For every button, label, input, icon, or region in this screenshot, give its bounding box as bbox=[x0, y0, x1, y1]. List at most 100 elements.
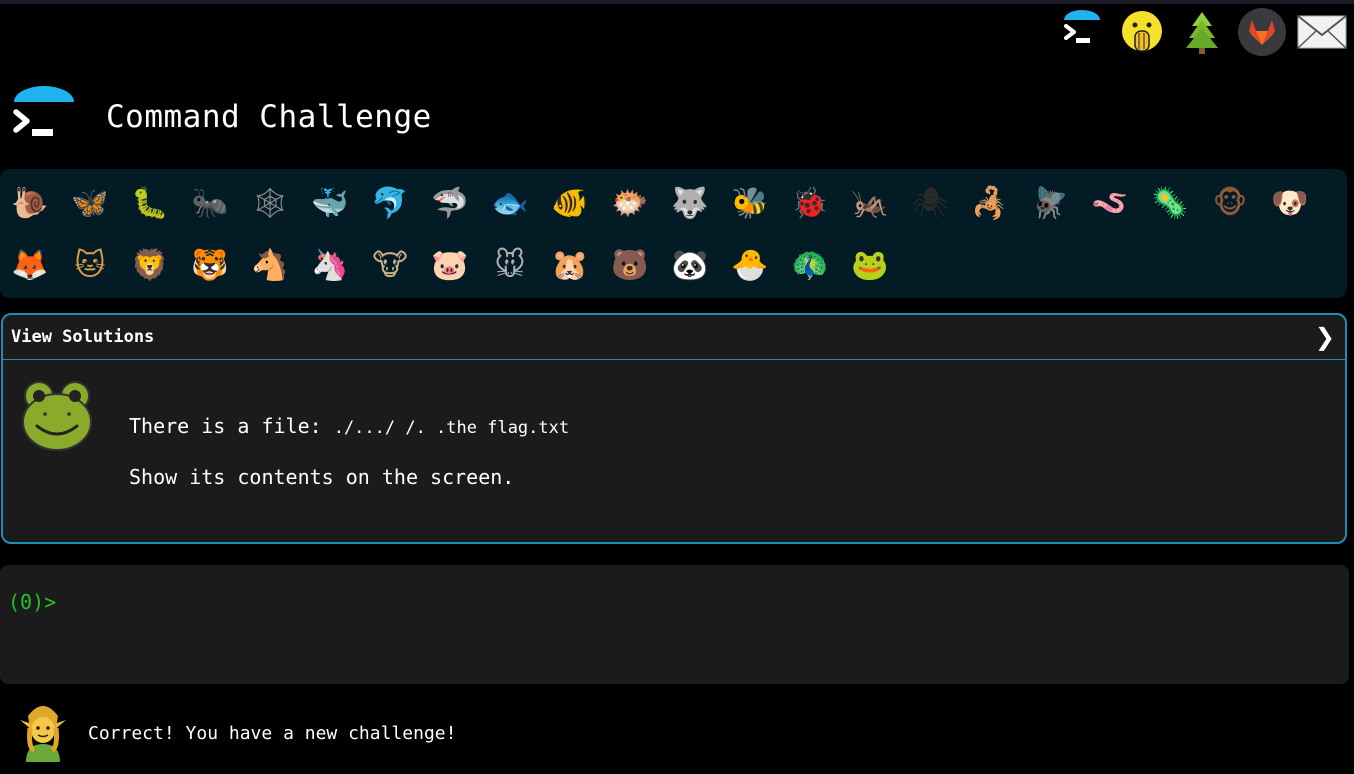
envelope-icon[interactable] bbox=[1296, 6, 1348, 58]
cricket-challenge[interactable]: 🦗 bbox=[840, 176, 900, 232]
whale-challenge[interactable]: 🐳 bbox=[300, 176, 360, 232]
cat-icon: 🐱 bbox=[74, 248, 106, 283]
challenge-intro: There is a file: bbox=[129, 414, 334, 438]
peacock-challenge[interactable]: 🦚 bbox=[780, 238, 840, 294]
pig-icon: 🐷 bbox=[431, 248, 469, 283]
fish-icon: 🐟 bbox=[491, 186, 529, 221]
command-challenge-logo-icon bbox=[10, 82, 76, 152]
monkey-challenge[interactable]: 🐵 bbox=[1200, 176, 1260, 232]
top-border bbox=[0, 0, 1354, 4]
terminal[interactable]: (0)> bbox=[0, 565, 1349, 684]
cricket-icon: 🦗 bbox=[851, 186, 889, 221]
bear-icon: 🐻 bbox=[611, 248, 649, 283]
gitlab-icon[interactable] bbox=[1236, 6, 1288, 58]
elf-icon bbox=[18, 700, 68, 766]
worm-challenge[interactable]: 🪱 bbox=[1080, 176, 1140, 232]
challenge-text-line-1: There is a file: ./.../ /. .the flag.txt bbox=[129, 414, 569, 438]
frog-icon bbox=[19, 378, 95, 458]
challenge-file-path: ./.../ /. .the flag.txt bbox=[333, 418, 570, 438]
bee-icon: 🐝 bbox=[731, 186, 769, 221]
panda-icon: 🐼 bbox=[671, 248, 709, 283]
lion-icon: 🦁 bbox=[131, 248, 169, 283]
frog-challenge[interactable]: 🐸 bbox=[840, 238, 900, 294]
fly-icon: 🪰 bbox=[1031, 186, 1069, 221]
terminal-prompt: (0)> bbox=[8, 590, 57, 614]
spider-challenge[interactable]: 🕷 bbox=[900, 176, 960, 232]
ant-icon: 🐜 bbox=[191, 186, 229, 221]
tiger-challenge[interactable]: 🐯 bbox=[180, 238, 240, 294]
caterpillar-challenge[interactable]: 🐛 bbox=[120, 176, 180, 232]
butterfly-icon: 🦋 bbox=[71, 186, 109, 221]
hatching-chick-icon: 🐣 bbox=[731, 248, 769, 283]
scorpion-challenge[interactable]: 🦂 bbox=[960, 176, 1020, 232]
shark-icon: 🦈 bbox=[431, 186, 469, 221]
unicorn-challenge[interactable]: 🦄 bbox=[300, 238, 360, 294]
mouse-challenge[interactable]: 🐭 bbox=[480, 238, 540, 294]
wolf-icon: 🐺 bbox=[671, 186, 709, 221]
pig-challenge[interactable]: 🐷 bbox=[420, 238, 480, 294]
dolphin-icon: 🐬 bbox=[371, 186, 409, 221]
dog-challenge[interactable]: 🐶 bbox=[1260, 176, 1320, 232]
view-solutions-label: View Solutions bbox=[11, 327, 155, 347]
solutions-panel: View Solutions ❯ There is a file: ./.../… bbox=[1, 313, 1347, 544]
terminal-logo-icon[interactable] bbox=[1056, 6, 1108, 58]
caterpillar-icon: 🐛 bbox=[131, 186, 169, 221]
tree-icon[interactable] bbox=[1176, 6, 1228, 58]
microbe-challenge[interactable]: 🦠 bbox=[1140, 176, 1200, 232]
hamster-challenge[interactable]: 🐹 bbox=[540, 238, 600, 294]
snail-icon: 🐌 bbox=[11, 186, 49, 221]
hatching-chick-challenge[interactable]: 🐣 bbox=[720, 238, 780, 294]
spider-web-icon: 🕸 bbox=[250, 186, 290, 221]
snail-challenge[interactable]: 🐌 bbox=[0, 176, 60, 232]
ladybug-challenge[interactable]: 🐞 bbox=[780, 176, 840, 232]
status-text: Correct! You have a new challenge! bbox=[88, 722, 457, 744]
scorpion-icon: 🦂 bbox=[971, 186, 1009, 221]
spider-web-challenge[interactable]: 🕸 bbox=[240, 176, 300, 232]
tropical-fish-icon: 🐠 bbox=[551, 186, 589, 221]
bear-challenge[interactable]: 🐻 bbox=[600, 238, 660, 294]
spider-icon: 🕷 bbox=[910, 186, 950, 221]
shark-challenge[interactable]: 🦈 bbox=[420, 176, 480, 232]
blowfish-challenge[interactable]: 🐡 bbox=[600, 176, 660, 232]
whale-icon: 🐳 bbox=[311, 186, 349, 221]
dolphin-challenge[interactable]: 🐬 bbox=[360, 176, 420, 232]
view-solutions-toggle[interactable]: View Solutions ❯ bbox=[3, 315, 1345, 360]
hamster-icon: 🐹 bbox=[551, 248, 589, 283]
challenge-animals-panel: 🐌 🦋 🐛 🐜 🕸 🐳 🐬 🦈 🐟 🐠 🐡 🐺 🐝 🐞 🦗 🕷 🦂 🪰 🪱 🦠 🐵 🐶 🦊 🐱 🦁 🐯 🐴 🦄 🐮 🐷 🐭 🐹 🐻 🐼 🐣 🦚 🐸 bbox=[0, 169, 1347, 298]
challenge-text-line-2: Show its contents on the screen. bbox=[129, 465, 515, 489]
unicorn-icon: 🦄 bbox=[311, 248, 349, 283]
ladybug-icon: 🐞 bbox=[791, 186, 829, 221]
ant-challenge[interactable]: 🐜 bbox=[180, 176, 240, 232]
animals-row-2: 🦊 🐱 🦁 🐯 🐴 🦄 🐮 🐷 🐭 🐹 🐻 🐼 🐣 🦚 🐸 bbox=[0, 235, 1347, 297]
monkey-icon: 🐵 bbox=[1212, 186, 1248, 221]
butterfly-challenge[interactable]: 🦋 bbox=[60, 176, 120, 232]
header: Command Challenge bbox=[10, 72, 432, 162]
cow-icon: 🐮 bbox=[372, 248, 408, 283]
panda-challenge[interactable]: 🐼 bbox=[660, 238, 720, 294]
lion-challenge[interactable]: 🦁 bbox=[120, 238, 180, 294]
cat-challenge[interactable]: 🐱 bbox=[60, 238, 120, 294]
wolf-challenge[interactable]: 🐺 bbox=[660, 176, 720, 232]
cow-challenge[interactable]: 🐮 bbox=[360, 238, 420, 294]
top-nav bbox=[1056, 6, 1348, 58]
chevron-right-icon[interactable]: ❯ bbox=[1315, 323, 1335, 351]
tropical-fish-challenge[interactable]: 🐠 bbox=[540, 176, 600, 232]
fox-challenge[interactable]: 🦊 bbox=[0, 238, 60, 294]
terminal-input[interactable] bbox=[65, 589, 1270, 615]
shushing-face-icon[interactable] bbox=[1116, 6, 1168, 58]
status-message: Correct! You have a new challenge! bbox=[18, 700, 456, 766]
horse-challenge[interactable]: 🐴 bbox=[240, 238, 300, 294]
microbe-icon: 🦠 bbox=[1151, 186, 1189, 221]
blowfish-icon: 🐡 bbox=[611, 186, 649, 221]
fox-icon: 🦊 bbox=[11, 248, 49, 283]
peacock-icon: 🦚 bbox=[791, 248, 829, 283]
bee-challenge[interactable]: 🐝 bbox=[720, 176, 780, 232]
frog-icon: 🐸 bbox=[851, 248, 889, 283]
fish-challenge[interactable]: 🐟 bbox=[480, 176, 540, 232]
page-title: Command Challenge bbox=[106, 99, 432, 135]
fly-challenge[interactable]: 🪰 bbox=[1020, 176, 1080, 232]
worm-icon: 🪱 bbox=[1091, 186, 1129, 221]
dog-icon: 🐶 bbox=[1271, 186, 1309, 221]
animals-row-1: 🐌 🦋 🐛 🐜 🕸 🐳 🐬 🦈 🐟 🐠 🐡 🐺 🐝 🐞 🦗 🕷 🦂 🪰 🪱 🦠 🐵 🐶 bbox=[0, 173, 1347, 235]
horse-icon: 🐴 bbox=[251, 248, 289, 283]
